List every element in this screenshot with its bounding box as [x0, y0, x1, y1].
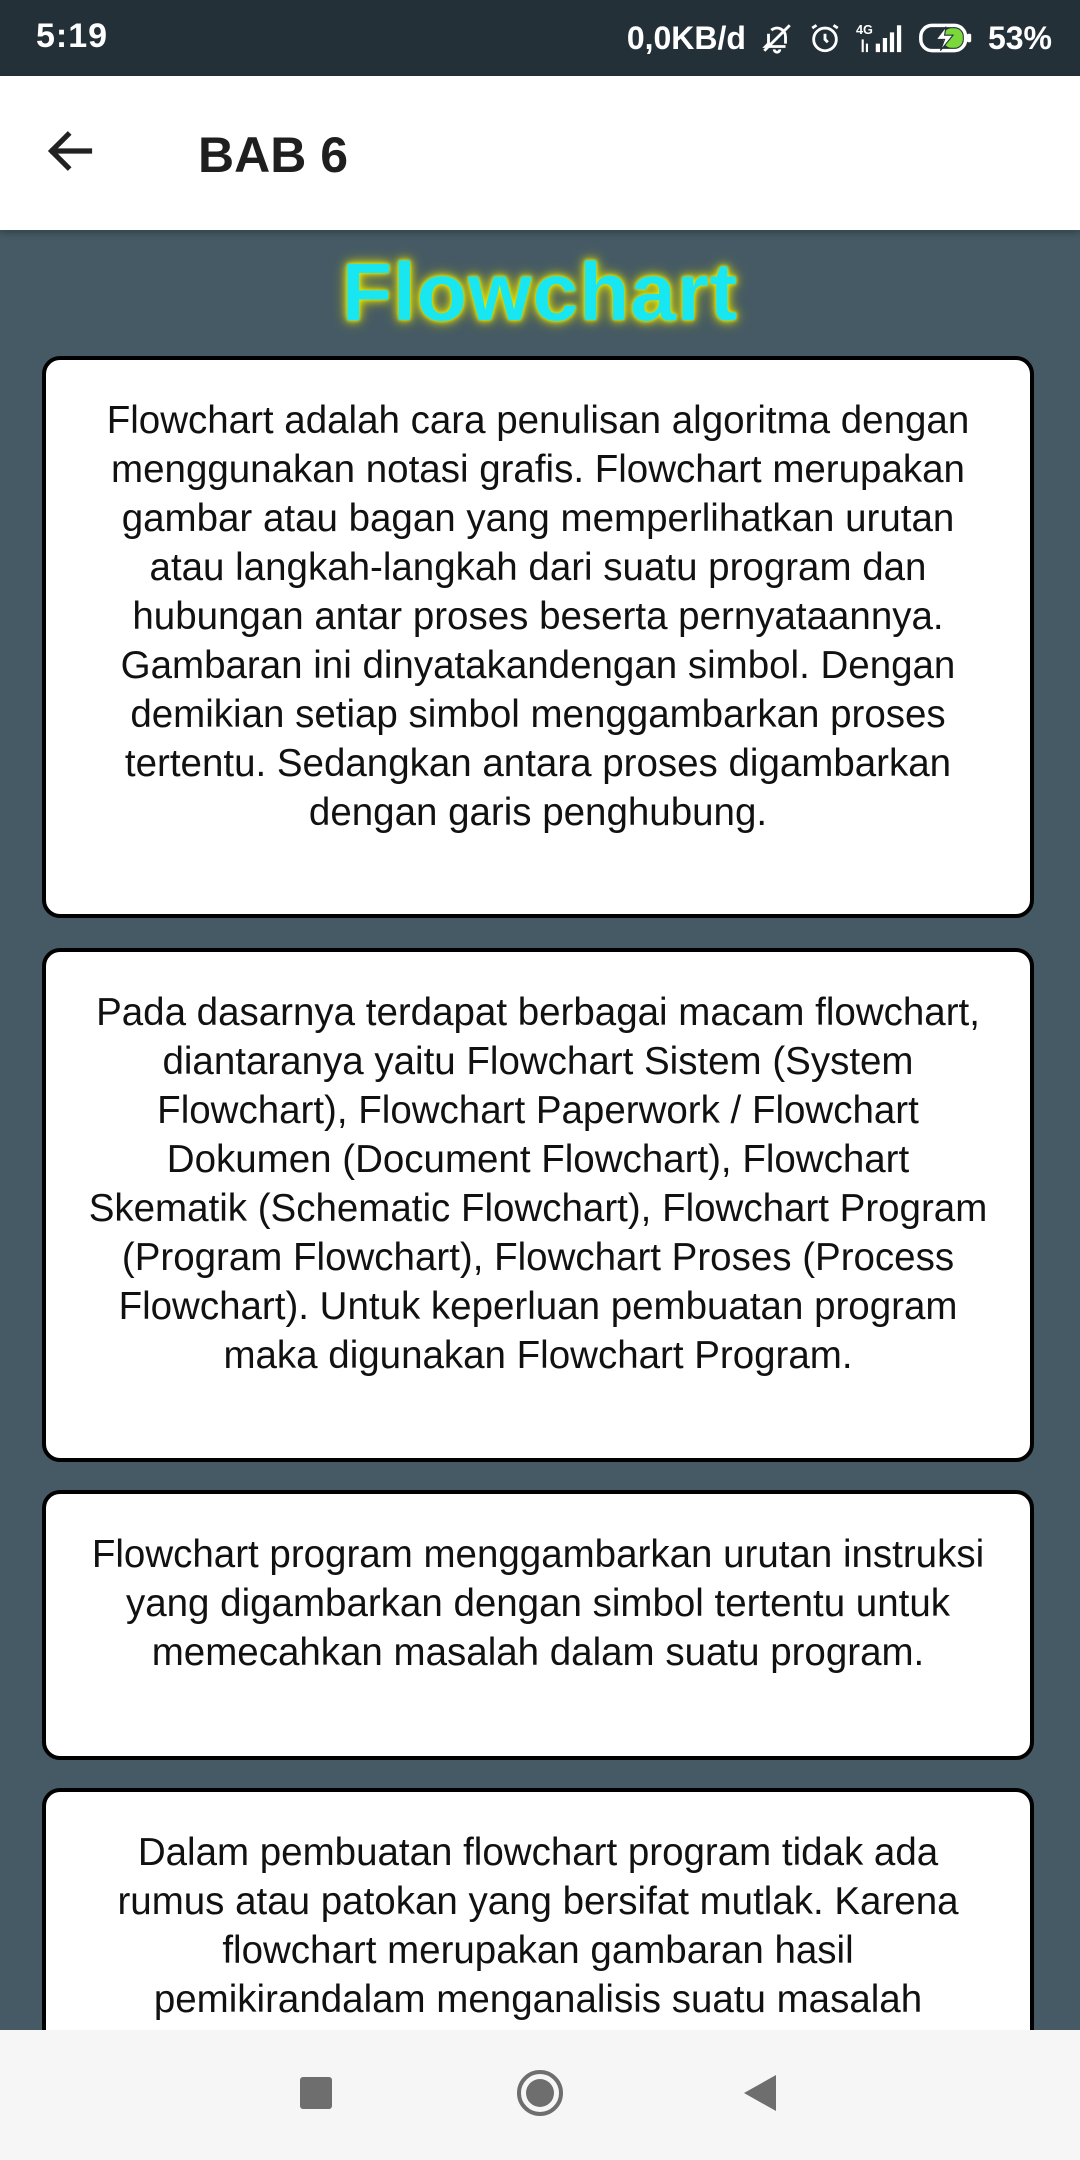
- network-type: 4G: [856, 23, 873, 37]
- paragraph-text: Pada dasarnya terdapat berbagai macam fl…: [88, 991, 988, 1377]
- recents-button[interactable]: [281, 2060, 351, 2130]
- paragraph-text: Dalam pembuatan flowchart program tidak …: [117, 1831, 959, 2021]
- bell-off-icon: [760, 21, 794, 55]
- section-heading: Flowchart: [341, 247, 739, 338]
- paragraph-text: Flowchart adalah cara penulisan algoritm…: [106, 399, 970, 834]
- paragraph-text: Flowchart program menggambarkan urutan i…: [91, 1533, 985, 1674]
- signal-icon: 4G: [856, 21, 904, 55]
- page-title: BAB 6: [198, 127, 349, 183]
- alarm-icon: [808, 21, 842, 55]
- app-toolbar: BAB 6: [0, 76, 1080, 230]
- content-scroll-area[interactable]: Flowchart Flowchart adalah cara penulisa…: [0, 230, 1080, 2030]
- home-button[interactable]: [505, 2060, 575, 2130]
- square-recents-icon: [298, 2075, 334, 2116]
- status-bar: 5:19 0,0KB/d 4G 53%: [0, 0, 1080, 76]
- battery-charging-icon: [918, 22, 974, 54]
- network-speed: 0,0KB/d: [626, 19, 746, 56]
- paragraph-card: Flowchart adalah cara penulisan algoritm…: [42, 356, 1034, 918]
- paragraph-card: Dalam pembuatan flowchart program tidak …: [42, 1788, 1034, 2030]
- system-nav-bar: [0, 2030, 1080, 2160]
- triangle-back-icon: [742, 2073, 778, 2118]
- status-indicators: 0,0KB/d 4G 53%: [627, 16, 1052, 60]
- arrow-left-icon: [44, 125, 96, 182]
- battery-level: 53%: [987, 19, 1052, 56]
- paragraph-card: Pada dasarnya terdapat berbagai macam fl…: [42, 948, 1034, 1462]
- circle-home-icon: [515, 2068, 565, 2123]
- back-button[interactable]: [36, 119, 104, 187]
- paragraph-card: Flowchart program menggambarkan urutan i…: [42, 1490, 1034, 1760]
- system-back-button[interactable]: [725, 2060, 795, 2130]
- status-time: 5:19: [36, 17, 109, 55]
